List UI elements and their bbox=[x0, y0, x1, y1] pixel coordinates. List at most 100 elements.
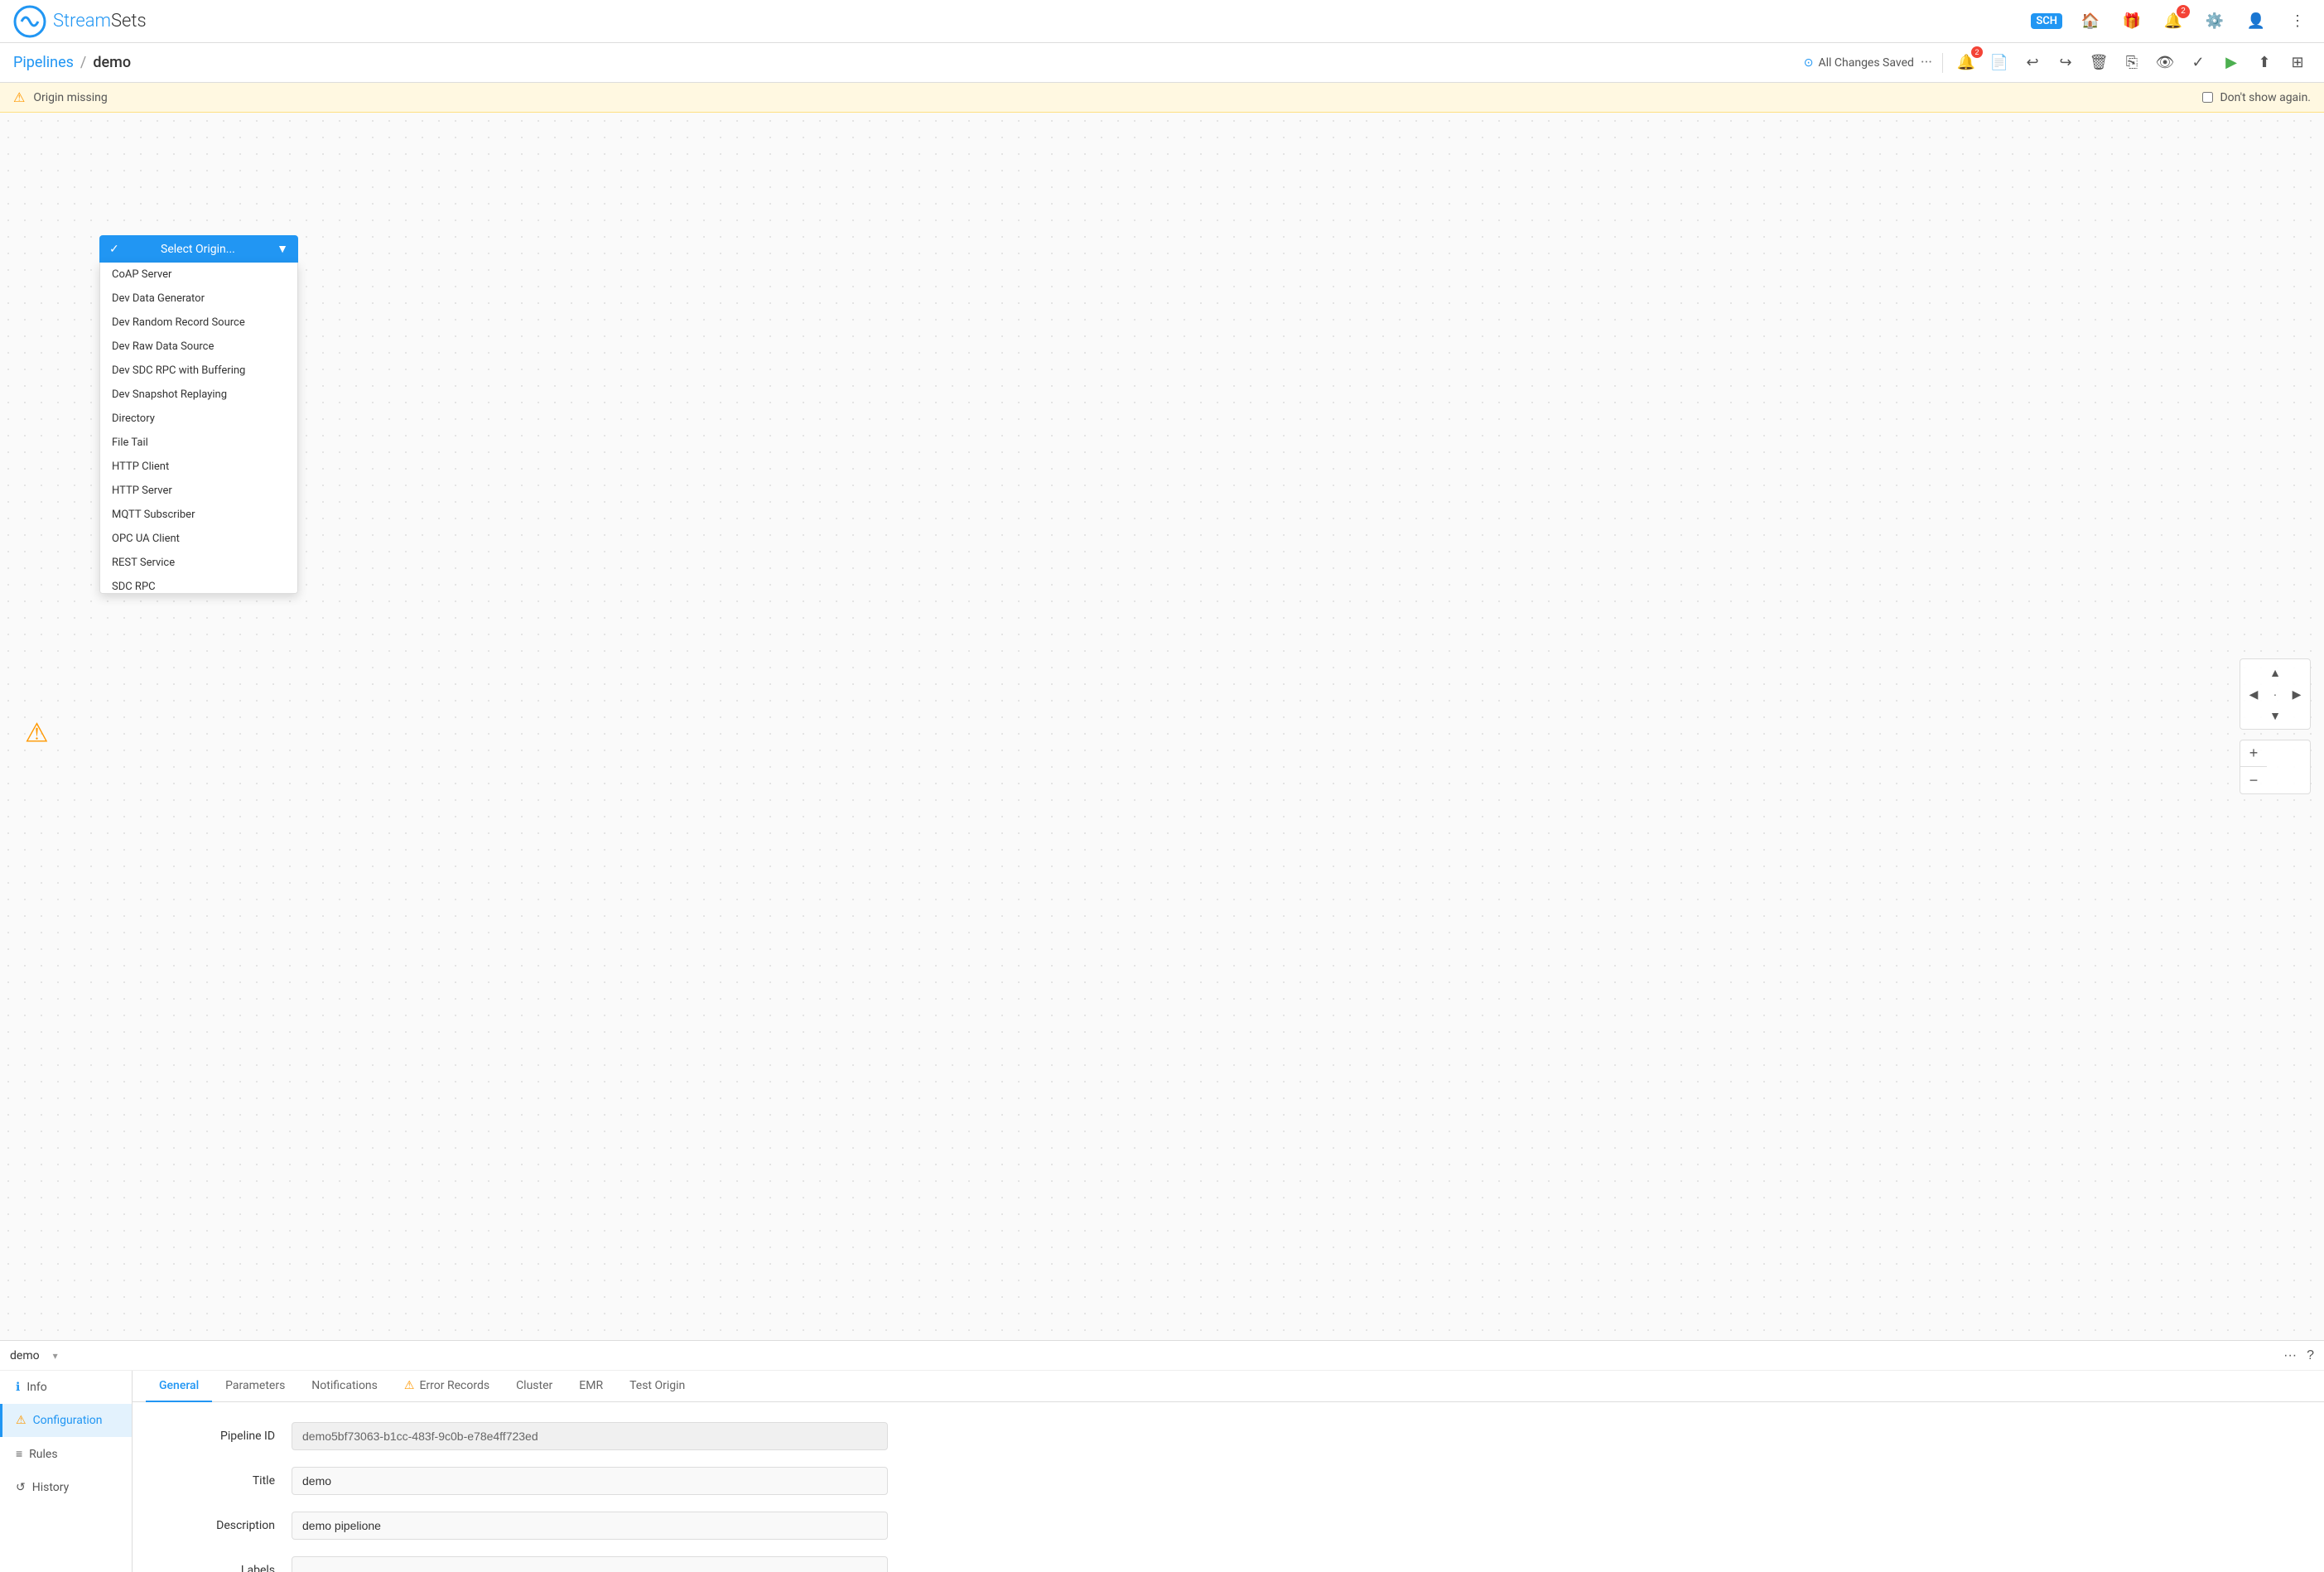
dont-show-checkbox[interactable] bbox=[2202, 92, 2213, 103]
pipeline-id-label: Pipeline ID bbox=[159, 1430, 292, 1443]
dropdown-item[interactable]: Dev Snapshot Replaying bbox=[100, 383, 297, 407]
zoom-in-button[interactable]: + bbox=[2240, 740, 2267, 767]
tabs: General Parameters Notifications ⚠ Error… bbox=[133, 1371, 2324, 1402]
zoom-controls: ▲ ◀ · ▶ ▼ + − bbox=[2240, 658, 2311, 794]
dropdown-item[interactable]: OPC UA Client bbox=[100, 527, 297, 551]
rules-icon: ≡ bbox=[16, 1447, 22, 1461]
bottom-panel-demo-label: demo bbox=[10, 1349, 40, 1362]
top-nav: StreamSets SCH 🏠 🎁 🔔 2 ⚙️ 👤 ⋮ bbox=[0, 0, 2324, 43]
nav-up-button[interactable]: ▲ bbox=[2265, 663, 2285, 682]
tab-test-origin[interactable]: Test Origin bbox=[616, 1371, 698, 1402]
form-area: Pipeline ID Title Description Labels bbox=[133, 1402, 2324, 1572]
share-button[interactable]: ⬆ bbox=[2251, 50, 2278, 76]
dropdown-item[interactable]: REST Service bbox=[100, 551, 297, 575]
nav-right-button[interactable]: ▶ bbox=[2287, 684, 2307, 704]
zoom-btn-group: + − bbox=[2240, 740, 2311, 794]
dropdown-item[interactable]: Dev Random Record Source bbox=[100, 311, 297, 335]
pipelines-link[interactable]: Pipelines bbox=[13, 54, 74, 71]
dropdown-item[interactable]: Dev Data Generator bbox=[100, 287, 297, 311]
nav-icons: SCH 🏠 🎁 🔔 2 ⚙️ 👤 ⋮ bbox=[2031, 8, 2311, 35]
labels-input[interactable] bbox=[292, 1556, 888, 1572]
info-icon: ℹ bbox=[16, 1381, 20, 1394]
dropdown-item[interactable]: MQTT Subscriber bbox=[100, 503, 297, 527]
nav-center-button[interactable]: · bbox=[2265, 684, 2285, 704]
sidebar-item-configuration[interactable]: ⚠ Configuration bbox=[0, 1404, 132, 1437]
form-row-description: Description bbox=[159, 1512, 2297, 1540]
labels-label: Labels bbox=[159, 1564, 292, 1572]
play-button[interactable]: ▶ bbox=[2218, 50, 2244, 76]
dropdown-selected[interactable]: ✓ Select Origin... ▼ bbox=[99, 235, 298, 263]
dropdown-item[interactable]: CoAP Server bbox=[100, 263, 297, 287]
dropdown-item[interactable]: File Tail bbox=[100, 431, 297, 455]
tab-general[interactable]: General bbox=[146, 1371, 212, 1402]
grid-button[interactable]: ⊞ bbox=[2284, 50, 2311, 76]
info-toolbar-button[interactable]: 📄 bbox=[1986, 50, 2013, 76]
notifications-toolbar-button[interactable]: 🔔 2 bbox=[1953, 50, 1979, 76]
home-button[interactable]: 🏠 bbox=[2077, 8, 2104, 35]
warning-right: Don't show again. bbox=[2202, 91, 2311, 104]
dropdown-item[interactable]: Dev Raw Data Source bbox=[100, 335, 297, 359]
dropdown-list[interactable]: CoAP ServerDev Data GeneratorDev Random … bbox=[99, 263, 298, 594]
tab-cluster-label: Cluster bbox=[516, 1379, 552, 1392]
dropdown-item[interactable]: HTTP Client bbox=[100, 455, 297, 479]
description-input[interactable] bbox=[292, 1512, 888, 1540]
sidebar-item-history[interactable]: ↺ History bbox=[0, 1471, 132, 1504]
sidebar-history-label: History bbox=[32, 1481, 70, 1494]
more-nav-button[interactable]: ⋮ bbox=[2284, 8, 2311, 35]
dropdown-item[interactable]: Dev SDC RPC with Buffering bbox=[100, 359, 297, 383]
user-button[interactable]: 👤 bbox=[2243, 8, 2269, 35]
canvas[interactable]: ⚠ ✓ Select Origin... ▼ CoAP ServerDev Da… bbox=[0, 113, 2324, 1340]
bell-button[interactable]: 🔔 2 bbox=[2160, 8, 2187, 35]
warning-banner: ⚠ Origin missing Don't show again. bbox=[0, 83, 2324, 113]
dropdown-item[interactable]: HTTP Server bbox=[100, 479, 297, 503]
sidebar-configuration-label: Configuration bbox=[33, 1414, 103, 1427]
title-input[interactable] bbox=[292, 1467, 888, 1495]
delete-button[interactable]: 🗑 bbox=[2085, 50, 2112, 76]
copy-button[interactable]: ⎘ bbox=[2119, 50, 2145, 76]
sidebar-item-info[interactable]: ℹ Info bbox=[0, 1371, 132, 1404]
main-area: ⚠ ✓ Select Origin... ▼ CoAP ServerDev Da… bbox=[0, 113, 2324, 1340]
form-row-pipeline-id: Pipeline ID bbox=[159, 1422, 2297, 1450]
settings-button[interactable]: ⚙️ bbox=[2201, 8, 2228, 35]
tab-cluster[interactable]: Cluster bbox=[503, 1371, 566, 1402]
zoom-out-button[interactable]: − bbox=[2240, 767, 2267, 793]
sch-badge[interactable]: SCH bbox=[2031, 13, 2062, 29]
gift-button[interactable]: 🎁 bbox=[2119, 8, 2145, 35]
logo: StreamSets bbox=[13, 5, 147, 38]
toolbar-more-dots[interactable]: ··· bbox=[1921, 54, 1932, 71]
all-saved-label: All Changes Saved bbox=[1818, 56, 1913, 70]
redo-button[interactable]: ↪ bbox=[2052, 50, 2079, 76]
tab-error-records[interactable]: ⚠ Error Records bbox=[391, 1371, 503, 1402]
bottom-panel-chevron-icon: ▾ bbox=[53, 1350, 58, 1362]
bottom-panel-more-button[interactable]: ··· bbox=[2283, 1348, 2297, 1363]
tab-test-origin-label: Test Origin bbox=[629, 1379, 685, 1392]
tab-notifications[interactable]: Notifications bbox=[298, 1371, 391, 1402]
dropdown-selected-label: Select Origin... bbox=[161, 243, 235, 256]
undo-button[interactable]: ↩ bbox=[2019, 50, 2046, 76]
toolbar: Pipelines / demo ⊙ All Changes Saved ···… bbox=[0, 43, 2324, 83]
error-records-warn-icon: ⚠ bbox=[404, 1379, 415, 1392]
preview-button[interactable]: 👁 bbox=[2152, 50, 2178, 76]
nav-left-button[interactable]: ◀ bbox=[2244, 684, 2264, 704]
nav-down-button[interactable]: ▼ bbox=[2265, 706, 2285, 726]
tab-parameters[interactable]: Parameters bbox=[212, 1371, 298, 1402]
dropdown-item[interactable]: SDC RPC bbox=[100, 575, 297, 594]
tab-notifications-label: Notifications bbox=[311, 1379, 378, 1392]
description-label: Description bbox=[159, 1519, 292, 1532]
checkmark-icon: ✓ bbox=[109, 243, 119, 256]
tab-emr[interactable]: EMR bbox=[566, 1371, 616, 1402]
sidebar-info-label: Info bbox=[27, 1381, 46, 1394]
origin-dropdown: ✓ Select Origin... ▼ CoAP ServerDev Data… bbox=[99, 235, 298, 594]
sidebar-rules-label: Rules bbox=[29, 1448, 57, 1461]
all-saved-status: ⊙ All Changes Saved bbox=[1804, 56, 1914, 70]
validate-button[interactable]: ✓ bbox=[2185, 50, 2211, 76]
bottom-panel-right: ··· ? bbox=[2283, 1348, 2314, 1363]
form-row-title: Title bbox=[159, 1467, 2297, 1495]
bottom-panel-help-button[interactable]: ? bbox=[2307, 1348, 2314, 1363]
breadcrumb: Pipelines / demo bbox=[13, 54, 131, 71]
toolbar-divider-1 bbox=[1942, 53, 1943, 73]
pipeline-id-input[interactable] bbox=[292, 1422, 888, 1450]
sidebar-item-rules[interactable]: ≡ Rules bbox=[0, 1437, 132, 1471]
dropdown-item[interactable]: Directory bbox=[100, 407, 297, 431]
tab-emr-label: EMR bbox=[579, 1379, 603, 1392]
